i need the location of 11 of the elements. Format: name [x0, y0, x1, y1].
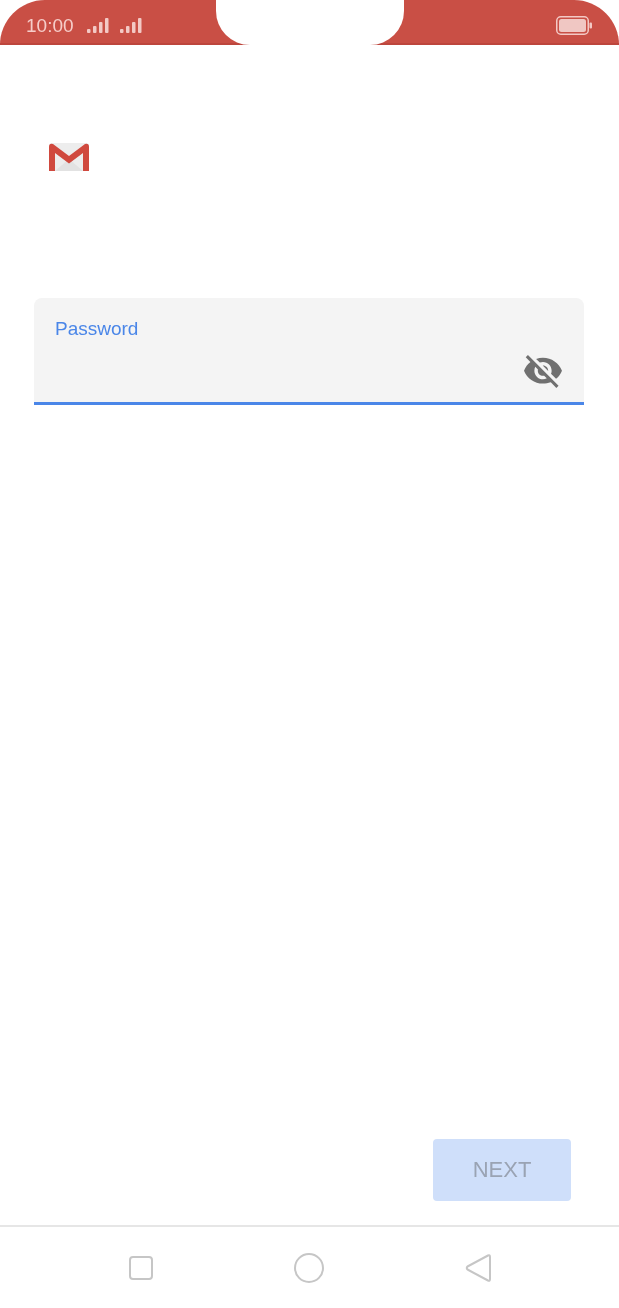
status-time: 10:00 — [26, 14, 74, 37]
field-label: Password — [55, 318, 139, 340]
battery-icon — [556, 16, 592, 35]
signal-strength-icon — [119, 18, 142, 33]
password-field[interactable]: Password — [34, 298, 584, 405]
mail-logo-icon — [49, 143, 89, 171]
square-nav-icon[interactable] — [129, 1255, 153, 1280]
triangle-nav-icon[interactable] — [465, 1252, 491, 1283]
eye-slash-icon[interactable] — [524, 355, 562, 388]
signal-strength-icon — [86, 18, 109, 33]
circle-nav-icon[interactable] — [294, 1252, 324, 1283]
